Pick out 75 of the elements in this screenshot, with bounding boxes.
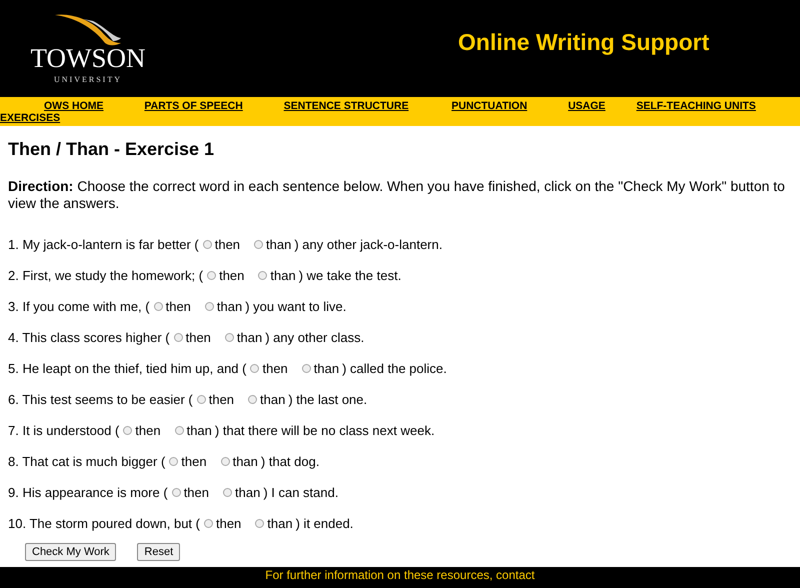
question-text: 2. First, we study the homework; ( — [8, 268, 204, 283]
radio-button[interactable] — [174, 426, 184, 435]
option-label: then — [214, 237, 240, 252]
radio-button[interactable] — [302, 364, 311, 373]
radio-button[interactable] — [174, 333, 183, 342]
question-text: ) we take the test. — [298, 268, 402, 283]
site-title: Online Writing Support — [458, 29, 710, 56]
question-text: 7. It is understood ( — [8, 423, 120, 438]
radio-button[interactable] — [196, 395, 206, 404]
option-label: than — [216, 299, 242, 314]
nav-link[interactable]: PARTS OF SPEECH — [144, 100, 243, 112]
option-label: than — [314, 361, 340, 376]
nav-link[interactable]: PUNCTUATION — [452, 100, 528, 112]
radio-button[interactable] — [248, 395, 258, 404]
logo-wordmark: TOWSON — [30, 45, 146, 72]
option-label: then — [181, 454, 207, 469]
question-text: ) that there will be no class next week. — [214, 423, 435, 438]
option-label: than — [235, 485, 260, 500]
option-label: then — [219, 268, 244, 283]
option-label: than — [236, 330, 262, 345]
radio-button[interactable] — [255, 519, 264, 528]
footer-text: For further information on these resources, contact — [264, 569, 536, 581]
question-text: 4. This class scores higher ( — [8, 330, 170, 345]
reset-button[interactable]: Reset — [137, 543, 180, 561]
question-text: 6. This test seems to be easier ( — [8, 392, 193, 407]
direction-text: Direction: Choose the correct word in each sentence below. When you have finished, click on the "Check My Work" button to view the answers. — [8, 178, 786, 212]
option-label: than — [186, 423, 212, 438]
radio-button[interactable] — [172, 488, 181, 497]
question-text: 5. He leapt on the thief, tied him up, and ( — [8, 361, 246, 376]
option-label: then — [208, 392, 234, 407]
nav-link[interactable]: OWS HOME — [44, 100, 104, 112]
radio-button[interactable] — [202, 240, 212, 249]
radio-button[interactable] — [169, 457, 178, 466]
radio-button[interactable] — [154, 302, 163, 311]
option-label: than — [260, 392, 286, 407]
question-text: 8. That cat is much bigger ( — [8, 454, 166, 469]
option-label: than — [266, 237, 292, 252]
question-text: ) any other jack-o-lantern. — [294, 237, 442, 252]
nav-link[interactable]: SELF-TEACHING UNITS — [636, 100, 756, 112]
radio-button[interactable] — [204, 519, 213, 528]
option-label: then — [262, 361, 288, 376]
question-text: ) you want to live. — [245, 299, 346, 314]
radio-button[interactable] — [254, 240, 264, 249]
question-text: ) any other class. — [265, 330, 364, 345]
radio-button[interactable] — [204, 302, 214, 311]
logo-subtitle: UNIVERSITY — [54, 75, 122, 84]
option-label: then — [216, 516, 242, 531]
nav-link[interactable]: SENTENCE STRUCTURE — [284, 100, 409, 112]
radio-button[interactable] — [258, 271, 268, 280]
radio-button[interactable] — [250, 364, 260, 373]
page-title: Then / Than - Exercise 1 — [8, 139, 216, 160]
option-label: than — [267, 516, 293, 531]
radio-button[interactable] — [123, 426, 132, 435]
radio-button[interactable] — [223, 488, 232, 497]
nav-link[interactable]: USAGE — [568, 100, 606, 112]
question-text: 10. The storm poured down, but ( — [8, 516, 200, 531]
question-text: ) it ended. — [296, 516, 354, 531]
check-button[interactable]: Check My Work — [25, 543, 116, 561]
question-text: 1. My jack-o-lantern is far better ( — [8, 237, 199, 252]
question-text: ) that dog. — [260, 454, 320, 469]
option-label: then — [184, 485, 209, 500]
radio-button[interactable] — [207, 271, 216, 280]
question-text: 9. His appearance is more ( — [8, 485, 168, 500]
question-text: 3. If you come with me, ( — [8, 299, 150, 314]
radio-button[interactable] — [220, 457, 230, 466]
option-label: then — [135, 423, 161, 438]
question-text: ) I can stand. — [263, 485, 338, 500]
question-text: ) called the police. — [342, 361, 447, 376]
option-label: then — [166, 299, 191, 314]
nav-link[interactable]: EXERCISES — [0, 112, 60, 124]
option-label: than — [270, 268, 296, 283]
radio-button[interactable] — [224, 333, 234, 342]
option-label: then — [186, 330, 211, 345]
question-text: ) the last one. — [288, 392, 368, 407]
option-label: than — [232, 454, 258, 469]
